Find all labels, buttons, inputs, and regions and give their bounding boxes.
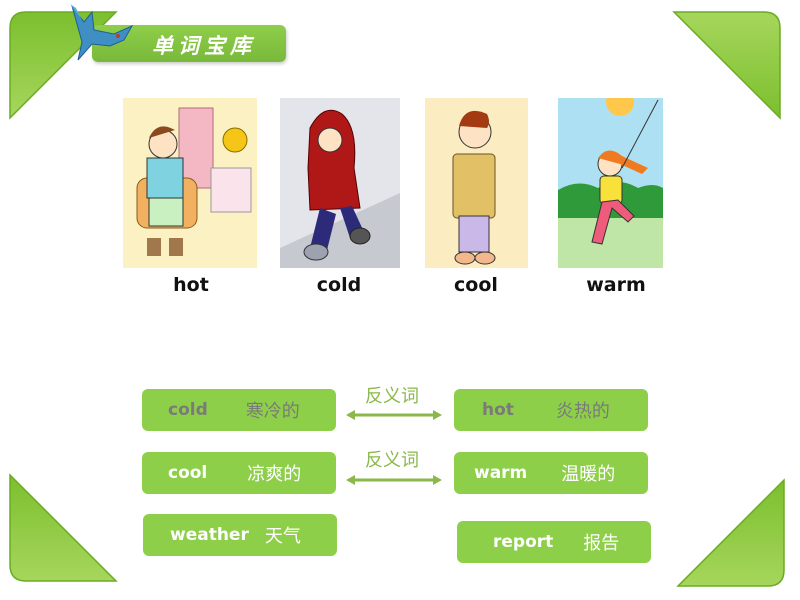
relation-label: 反义词 [365,450,419,471]
section-title: 单词宝库 [152,33,256,58]
corner-decoration-bottom-right [676,478,786,588]
vocab-card-report[interactable]: report 报告 [457,521,651,563]
vocab-chinese: 凉爽的 [247,464,302,485]
picture-caption: cold [316,274,362,296]
vocab-english: hot [482,400,514,420]
picture-cold [280,98,400,268]
vocab-english: weather [170,525,249,545]
vocab-card-warm[interactable]: warm 温暖的 [454,452,648,494]
vocab-english: report [493,532,554,552]
vocab-chinese: 天气 [264,526,301,547]
vocab-card-weather[interactable]: weather 天气 [143,514,337,556]
vocab-card-cool[interactable]: cool 凉爽的 [142,452,336,494]
vocab-english: cold [168,400,208,420]
relation-label: 反义词 [365,386,419,407]
vocab-card-cold[interactable]: cold 寒冷的 [142,389,336,431]
picture-warm [558,98,663,268]
picture-hot [123,98,257,268]
vocab-chinese: 炎热的 [555,401,610,422]
picture-caption: hot [173,274,209,296]
corner-decoration-bottom-left [8,473,118,583]
corner-decoration-top-right [672,10,782,120]
vocab-english: warm [474,463,528,483]
vocab-card-hot[interactable]: hot 炎热的 [454,389,648,431]
vocab-chinese: 报告 [583,533,620,554]
vocab-chinese: 温暖的 [561,464,616,485]
vocab-english: cool [168,463,208,483]
picture-caption: cool [454,274,498,296]
double-arrow-icon [346,471,442,485]
bird-icon [62,4,140,64]
picture-cool [425,98,528,268]
picture-caption: warm [586,274,646,296]
double-arrow-icon [346,406,442,420]
vocab-chinese: 寒冷的 [245,401,300,422]
